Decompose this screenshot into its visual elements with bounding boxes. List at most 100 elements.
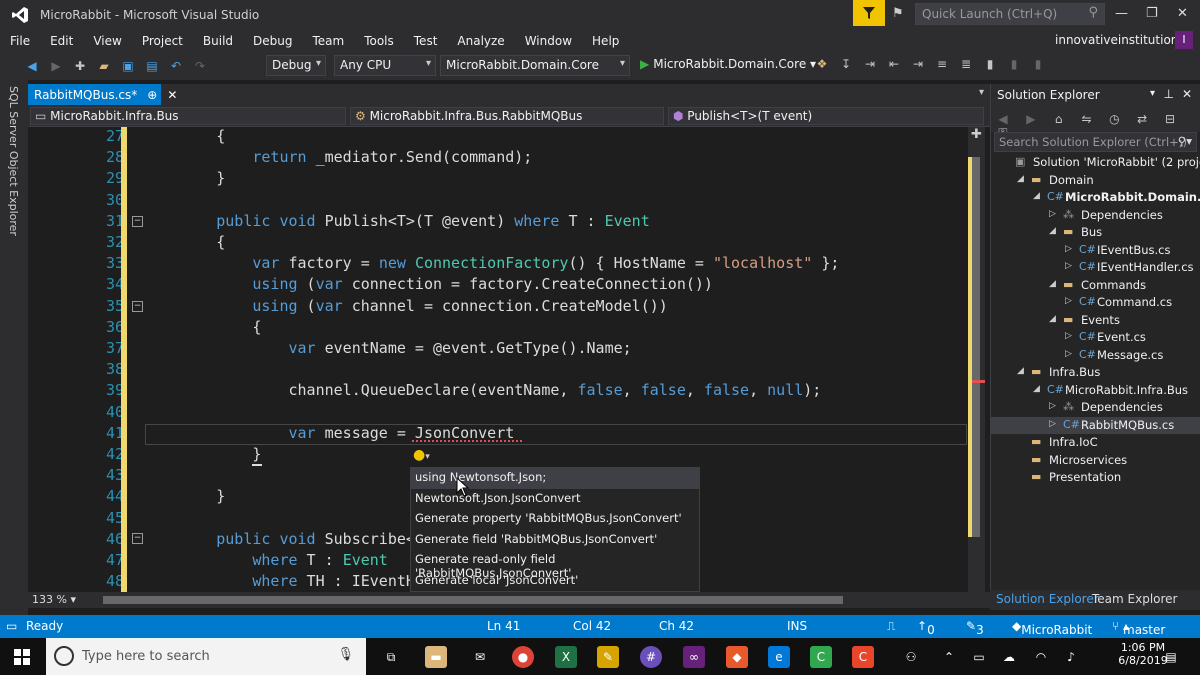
output-icon[interactable]: ▭	[6, 619, 17, 633]
step-over-icon[interactable]: ⇥	[862, 57, 878, 71]
startup-project-select[interactable]: MicroRabbit.Domain.Core	[440, 55, 630, 76]
expand-chevron-icon[interactable]: ▷	[1065, 331, 1072, 341]
editor-horizontal-scrollbar[interactable]: 133 % ▾	[28, 592, 990, 608]
menu-file[interactable]: File	[0, 34, 40, 48]
recorder-icon[interactable]: C	[852, 646, 874, 668]
menu-help[interactable]: Help	[582, 34, 629, 48]
camtasia-icon[interactable]: C	[810, 646, 832, 668]
tree-item[interactable]: ◢ ▬ Commands	[991, 277, 1200, 295]
menu-window[interactable]: Window	[515, 34, 582, 48]
project-dropdown[interactable]: ▭ MicroRabbit.Infra.Bus	[30, 107, 346, 125]
redo-icon[interactable]: ↷	[192, 59, 208, 73]
menu-analyze[interactable]: Analyze	[447, 34, 514, 48]
minimize-icon[interactable]: —	[1115, 6, 1128, 21]
switch-views-icon[interactable]: ⇋	[1078, 112, 1094, 126]
close-icon[interactable]: ✕	[1177, 6, 1188, 21]
prev-bookmark-icon[interactable]: ▮	[1006, 57, 1022, 71]
menu-debug[interactable]: Debug	[243, 34, 302, 48]
expand-chevron-icon[interactable]: ◢	[1049, 314, 1056, 324]
type-dropdown[interactable]: ⚙ MicroRabbit.Infra.Bus.RabbitMQBus	[350, 107, 664, 125]
outdent-icon[interactable]: ⇥	[910, 57, 926, 71]
start-debugging-button[interactable]: ▶ MicroRabbit.Domain.Core ▾	[640, 57, 816, 71]
code-line[interactable]: 33 var factory = new ConnectionFactory()…	[28, 254, 968, 275]
close-panel-icon[interactable]: ✕	[1182, 87, 1192, 101]
chrome-icon[interactable]: ●	[512, 646, 534, 668]
close-tab-icon[interactable]: ✕	[167, 88, 177, 102]
tree-item[interactable]: ▷ C# Command.cs	[991, 294, 1200, 312]
bookmark-icon[interactable]: ▮	[982, 57, 998, 71]
split-icon[interactable]: ✚	[971, 127, 982, 142]
menu-edit[interactable]: Edit	[40, 34, 83, 48]
tree-item[interactable]: ▷ C# Event.cs	[991, 329, 1200, 347]
code-line[interactable]: 28 return _mediator.Send(command);	[28, 148, 968, 169]
solution-explorer-search-input[interactable]: Search Solution Explorer (Ctrl+;) ⚲▾	[994, 132, 1197, 152]
pending-changes-icon[interactable]: ◷	[1106, 112, 1122, 126]
suggestion-item[interactable]: Generate read-only field 'RabbitMQBus.Js…	[411, 550, 699, 580]
expand-chevron-icon[interactable]: ▷	[1065, 349, 1072, 359]
expand-chevron-icon[interactable]: ▷	[1049, 419, 1056, 429]
expand-chevron-icon[interactable]: ◢	[1033, 191, 1040, 201]
feedback-icon[interactable]: ⚑	[892, 6, 904, 21]
collapse-icon[interactable]: −	[132, 216, 143, 227]
expand-chevron-icon[interactable]: ▷	[1065, 261, 1072, 271]
forward-icon[interactable]: ▶	[1023, 112, 1039, 126]
browser-link-icon[interactable]: ❖	[814, 57, 830, 71]
code-line[interactable]: 42 }	[28, 445, 968, 466]
code-line[interactable]: 39 channel.QueueDeclare(eventName, false…	[28, 381, 968, 402]
undo-icon[interactable]: ↶	[168, 59, 184, 73]
publish-icon[interactable]: ⎍	[887, 619, 895, 634]
suggestion-item[interactable]: Generate property 'RabbitMQBus.JsonConve…	[411, 509, 699, 530]
microphone-icon[interactable]: 🎙	[337, 647, 354, 662]
onedrive-icon[interactable]: ☁	[998, 646, 1020, 668]
menu-build[interactable]: Build	[193, 34, 243, 48]
tree-item[interactable]: ▣ Solution 'MicroRabbit' (2 projects)	[991, 154, 1200, 172]
tree-item[interactable]: ◢ C#MicroRabbit.Domain.Core	[991, 189, 1200, 207]
tab-list-chevron-icon[interactable]: ▾	[979, 87, 984, 98]
tree-item[interactable]: ◢ ▬ Domain	[991, 172, 1200, 190]
quick-launch-input[interactable]: Quick Launch (Ctrl+Q) ⚲	[915, 3, 1105, 25]
tree-item[interactable]: ◢ C# MicroRabbit.Infra.Bus	[991, 382, 1200, 400]
suggestion-item[interactable]: Newtonsoft.Json.JsonConvert	[411, 489, 699, 510]
tree-item[interactable]: ▬ Microservices	[991, 452, 1200, 470]
tree-item[interactable]: ▷ ⁂ Dependencies	[991, 207, 1200, 225]
collapse-all-icon[interactable]: ⊟	[1162, 112, 1178, 126]
suggestion-item[interactable]: Generate field 'RabbitMQBus.JsonConvert'	[411, 530, 699, 551]
back-icon[interactable]: ◀	[995, 112, 1011, 126]
taskbar-search-box[interactable]: Type here to search 🎙	[46, 638, 366, 675]
code-line[interactable]: 32 {	[28, 233, 968, 254]
task-view-icon[interactable]: ⧉	[380, 646, 402, 668]
tree-item[interactable]: ◢ ▬ Bus	[991, 224, 1200, 242]
notifications-icon[interactable]: ▤	[1160, 646, 1182, 668]
comment-icon[interactable]: ≡	[934, 57, 950, 71]
windows-start-icon[interactable]	[14, 649, 30, 665]
editor-vertical-scrollbar[interactable]	[968, 127, 985, 592]
tree-item[interactable]: ▷ C# RabbitMQBus.cs	[991, 416, 1200, 434]
sql-server-object-explorer-tab[interactable]: SQL Server Object Explorer	[7, 86, 20, 236]
menu-team[interactable]: Team	[302, 34, 354, 48]
edge-icon[interactable]: e	[768, 646, 790, 668]
suggestion-item[interactable]: using Newtonsoft.Json;	[411, 468, 699, 489]
expand-chevron-icon[interactable]: ▷	[1065, 244, 1072, 254]
menu-view[interactable]: View	[83, 34, 131, 48]
solution-platform-select[interactable]: Any CPU	[334, 55, 436, 76]
pin-panel-icon[interactable]: ⊥	[1164, 87, 1174, 101]
forward-icon[interactable]: ▶	[48, 59, 64, 73]
panel-menu-chevron-icon[interactable]: ▾	[1150, 88, 1155, 99]
code-line[interactable]: 36 {	[28, 318, 968, 339]
tree-item[interactable]: ▷ C# IEventBus.cs	[991, 242, 1200, 260]
tree-item[interactable]: ▷ C# Message.cs	[991, 347, 1200, 365]
paint-icon[interactable]: ✎	[597, 646, 619, 668]
user-account[interactable]: innovativeinstitution ▾	[1055, 33, 1188, 47]
avatar[interactable]: I	[1175, 31, 1193, 49]
new-project-icon[interactable]: ✚	[72, 59, 88, 73]
tree-item[interactable]: ◢ ▬ Events	[991, 312, 1200, 330]
save-all-icon[interactable]: ▤	[144, 59, 160, 73]
repository[interactable]: ◆ MicroRabbit	[1012, 619, 1092, 637]
expand-chevron-icon[interactable]: ◢	[1049, 226, 1056, 236]
tree-item[interactable]: ◢ ▬ Infra.Bus	[991, 364, 1200, 382]
unpushed-commits[interactable]: ↑ 0	[917, 619, 935, 637]
lightbulb-error-icon[interactable]: ●▾	[413, 447, 430, 463]
solution-configuration-select[interactable]: Debug	[266, 55, 326, 76]
code-line[interactable]: 40	[28, 403, 968, 424]
tree-item[interactable]: ▬ Infra.IoC	[991, 434, 1200, 452]
